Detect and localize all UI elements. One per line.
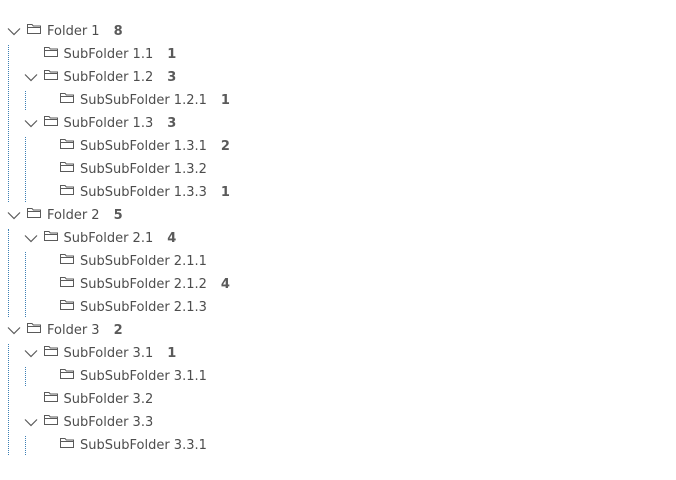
tree-node[interactable]: SubFolder 3.3 [0,411,676,434]
tree-node-label: SubFolder 1.2 [63,70,154,85]
tree-guide-line [24,91,26,110]
tree-node-label: SubFolder 3.3 [63,415,154,430]
tree-node[interactable]: SubSubFolder 3.3.1 [0,434,676,457]
folder-icon [27,322,41,334]
tree-node-label: Folder 2 [47,208,100,223]
folder-icon [27,23,41,35]
tree-node[interactable]: Folder 2 5 [0,204,676,227]
tree-node[interactable]: SubFolder 3.1 1 [0,342,676,365]
folder-icon [60,276,74,288]
tree-node-count: 4 [167,231,177,246]
tree-guide-line [24,367,26,386]
folder-icon [60,437,74,449]
tree-node-label: SubSubFolder 2.1.3 [80,300,207,315]
chevron-down-icon[interactable] [7,325,21,335]
tree-node-count: 1 [167,346,177,361]
tree-node[interactable]: Folder 3 2 [0,319,676,342]
folder-icon [60,161,74,173]
folder-icon [43,230,58,242]
tree-node[interactable]: SubSubFolder 2.1.2 4 [0,273,676,296]
folder-icon [60,299,74,311]
folder-icon [43,414,58,426]
tree-node-count: 3 [167,70,177,85]
folder-icon [60,368,74,380]
folder-icon [43,115,58,127]
tree-node-label: SubFolder 3.1 [63,346,154,361]
tree-node[interactable]: SubSubFolder 2.1.3 [0,296,676,319]
tree-node-count: 2 [220,139,230,154]
tree-node[interactable]: SubFolder 2.1 4 [0,227,676,250]
tree-node-count: 1 [220,93,230,108]
tree-node[interactable]: SubSubFolder 1.3.1 2 [0,135,676,158]
tree-node-label: SubSubFolder 1.3.3 [80,185,207,200]
folder-icon [43,46,58,58]
folder-icon [43,345,58,357]
tree-node-label: SubSubFolder 3.3.1 [80,438,207,453]
tree-node[interactable]: SubSubFolder 2.1.1 [0,250,676,273]
tree-node-label: SubSubFolder 2.1.1 [80,254,207,269]
chevron-down-icon[interactable] [7,26,21,36]
tree-node-count: 4 [220,277,230,292]
tree-node-label: SubFolder 1.1 [63,47,154,62]
tree-guide-line [24,137,26,202]
tree-guide-line [8,229,9,317]
folder-icon [60,92,74,104]
folder-icon [60,138,74,150]
tree-node-count: 3 [167,116,177,131]
tree-guide-line [24,436,26,455]
chevron-down-icon[interactable] [7,210,21,220]
tree-node-count: 8 [113,24,123,39]
tree-node-label: SubFolder 1.3 [63,116,154,131]
tree-node[interactable]: SubFolder 3.2 [0,388,676,411]
tree-node[interactable]: SubSubFolder 3.1.1 [0,365,676,388]
tree-node-label: Folder 3 [47,323,100,338]
folder-icon [27,207,41,219]
tree-guide-line [8,344,9,455]
tree-node-count: 1 [167,47,177,62]
tree-node[interactable]: SubFolder 1.1 1 [0,43,676,66]
tree-node[interactable]: SubSubFolder 1.3.2 [0,158,676,181]
tree-node-label: SubFolder 2.1 [63,231,154,246]
folder-icon [43,391,58,403]
folder-icon [60,253,74,265]
tree-node-count: 2 [113,323,123,338]
chevron-down-icon[interactable] [24,417,38,427]
tree-guide-line [8,45,9,202]
chevron-down-icon[interactable] [24,233,38,243]
tree-node-count: 5 [113,208,123,223]
tree-node-label: SubFolder 3.2 [63,392,154,407]
folder-tree: Folder 1 8 SubFolder 1.1 1 SubFolder 1.2 3 Sub… [0,0,676,480]
tree-node[interactable]: SubSubFolder 1.2.1 1 [0,89,676,112]
tree-node[interactable]: Folder 1 8 [0,20,676,43]
tree-node-label: SubSubFolder 2.1.2 [80,277,207,292]
chevron-down-icon[interactable] [24,72,38,82]
tree-node[interactable]: SubFolder 1.2 3 [0,66,676,89]
tree-node-label: Folder 1 [47,24,100,39]
tree-node-label: SubSubFolder 3.1.1 [80,369,207,384]
tree-node[interactable]: SubSubFolder 1.3.3 1 [0,181,676,204]
tree-node-label: SubSubFolder 1.2.1 [80,93,207,108]
tree-node-count: 1 [220,185,230,200]
tree-node[interactable]: SubFolder 1.3 3 [0,112,676,135]
folder-icon [60,184,74,196]
chevron-down-icon[interactable] [24,118,38,128]
folder-icon [43,69,58,81]
tree-guide-line [24,252,26,317]
tree-node-label: SubSubFolder 1.3.2 [80,162,207,177]
chevron-down-icon[interactable] [24,348,38,358]
tree-node-label: SubSubFolder 1.3.1 [80,139,207,154]
